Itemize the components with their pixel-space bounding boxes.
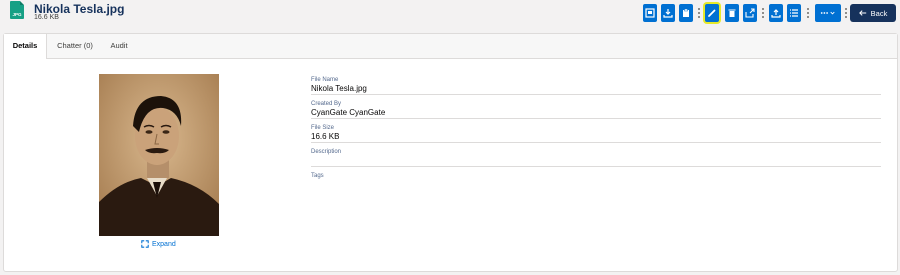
field-value [311, 156, 881, 166]
tab-audit[interactable]: Audit [102, 34, 136, 58]
tab-chatter[interactable]: Chatter (0) [48, 34, 102, 58]
edit-icon [708, 9, 716, 17]
copy-icon [683, 8, 689, 17]
upload-icon [771, 9, 781, 18]
toolbar-separator [698, 8, 700, 18]
expand-link[interactable]: Expand [141, 240, 176, 248]
field-label: Description [311, 149, 342, 155]
back-label: Back [870, 8, 888, 18]
toolbar-separator [845, 8, 847, 18]
field-label: File Name [311, 77, 339, 83]
more-actions-button[interactable] [815, 4, 841, 22]
field-tags: Tags [311, 173, 881, 190]
list-button[interactable] [787, 4, 801, 22]
toolbar-separator [807, 8, 809, 18]
field-file-name: File Name Nikola Tesla.jpg [311, 77, 881, 95]
field-label: Tags [311, 173, 324, 179]
upload-button[interactable] [769, 4, 783, 22]
portrait-image [99, 74, 219, 236]
preview-icon [645, 8, 655, 18]
action-toolbar: Back [0, 4, 900, 24]
expand-label: Expand [152, 240, 176, 248]
page-header: JPG Nikola Tesla.jpg 16.6 KB Back [0, 0, 900, 28]
expand-icon [141, 240, 149, 248]
tab-details[interactable]: Details [4, 34, 47, 59]
back-button[interactable]: Back [850, 4, 896, 22]
field-label: Created By [311, 101, 342, 107]
image-preview[interactable] [99, 74, 219, 236]
field-value [311, 180, 881, 190]
share-icon [745, 8, 755, 18]
download-button[interactable] [661, 4, 675, 22]
field-file-size: File Size 16.6 KB [311, 125, 881, 143]
field-value: CyanGate CyanGate [311, 108, 386, 117]
field-label: File Size [311, 125, 335, 131]
field-value: 16.6 KB [311, 132, 340, 141]
copy-button[interactable] [679, 4, 693, 22]
field-created-by: Created By CyanGate CyanGate [311, 101, 881, 119]
share-button[interactable] [743, 4, 757, 22]
more-icon [820, 11, 835, 15]
edit-button[interactable] [705, 4, 719, 22]
delete-button[interactable] [725, 4, 739, 22]
preview-button[interactable] [643, 4, 657, 22]
field-value: Nikola Tesla.jpg [311, 84, 367, 93]
download-icon [663, 9, 673, 18]
delete-icon [728, 9, 736, 17]
arrow-left-icon [858, 10, 866, 16]
list-icon [790, 9, 798, 17]
tab-bar: Details Chatter (0) Audit [4, 34, 897, 59]
details-card: Details Chatter (0) Audit Expand File Na… [3, 33, 898, 272]
toolbar-separator [762, 8, 764, 18]
field-description: Description [311, 149, 881, 167]
